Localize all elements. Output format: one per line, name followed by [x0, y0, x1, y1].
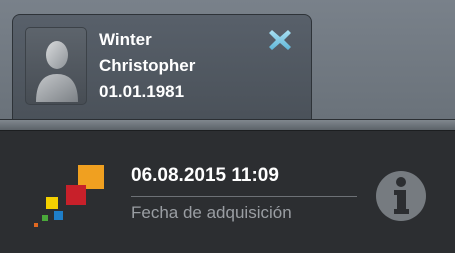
acquisition-datetime: 06.08.2015 11:09	[131, 165, 279, 186]
close-x-icon[interactable]	[267, 27, 293, 53]
person-silhouette-icon	[25, 27, 87, 105]
patient-first-name: Christopher	[99, 56, 196, 75]
patient-info: Winter Christopher 01.01.1981	[99, 27, 195, 105]
patient-birth-date: 01.01.1981	[99, 82, 185, 101]
info-icon[interactable]	[376, 171, 426, 221]
separator-bar	[0, 119, 455, 130]
divider-line	[131, 196, 357, 197]
colored-squares-logo	[30, 163, 110, 233]
patient-tab[interactable]: Winter Christopher 01.01.1981	[12, 14, 312, 122]
patient-last-name: Winter	[99, 30, 152, 49]
acquisition-panel: 06.08.2015 11:09 Fecha de adquisición	[0, 130, 455, 253]
acquisition-label: Fecha de adquisición	[131, 203, 292, 222]
